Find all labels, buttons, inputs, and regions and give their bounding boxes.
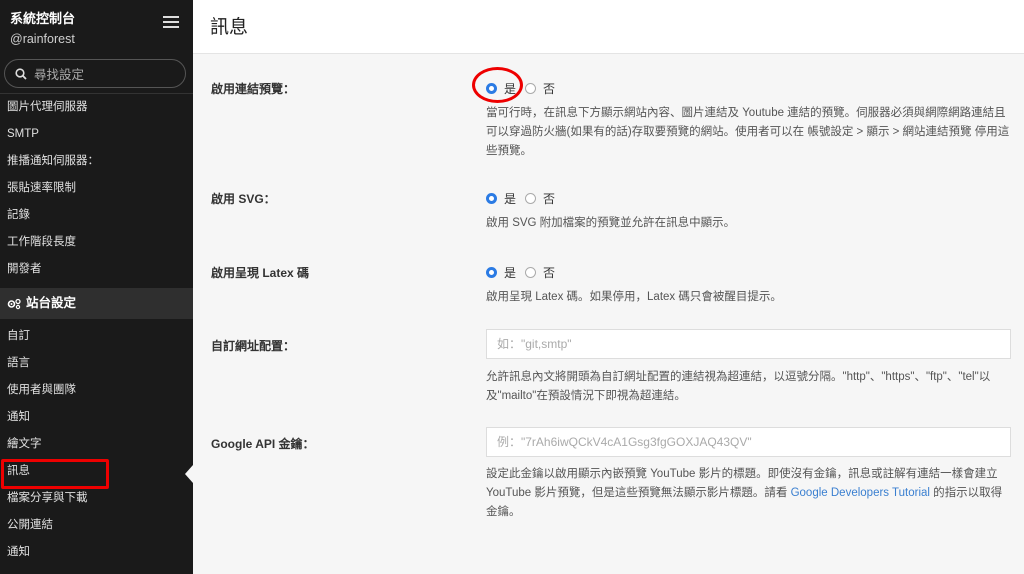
custom-url-description: 允許訊息內文將開頭為自訂網址配置的連結視為超連結，以逗號分隔。"http"、"h… bbox=[486, 371, 991, 402]
gears-icon bbox=[7, 298, 21, 309]
sidebar-item-customization[interactable]: 自訂 bbox=[0, 323, 193, 350]
sidebar-item-notifications[interactable]: 通知 bbox=[0, 404, 193, 431]
sidebar-section-site-config: 站台設定 bbox=[0, 288, 193, 319]
active-item-caret bbox=[185, 465, 193, 483]
svg-label: 啟用 SVG： bbox=[211, 192, 276, 206]
link-preview-radio-group: 是 否 bbox=[486, 80, 564, 97]
svg-description: 啟用 SVG 附加檔案的預覽並允許在訊息中顯示。 bbox=[486, 217, 736, 229]
svg-yes-radio[interactable] bbox=[486, 193, 497, 204]
sidebar-item-file-sharing[interactable]: 檔案分享與下載 bbox=[0, 485, 193, 512]
sidebar-item-smtp[interactable]: SMTP bbox=[0, 121, 193, 148]
sidebar-item-users-and-teams[interactable]: 使用者與團隊 bbox=[0, 377, 193, 404]
page-header: 訊息 bbox=[193, 0, 1024, 54]
sidebar-item-public-links[interactable]: 公開連結 bbox=[0, 512, 193, 539]
google-developers-tutorial-link[interactable]: Google Developers Tutorial bbox=[791, 487, 930, 499]
svg-no-label[interactable]: 否 bbox=[543, 190, 555, 207]
google-api-key-input[interactable]: 例："7rAh6iwQCkV4cA1Gsg3fgGOXJAQ43QV" bbox=[486, 427, 1011, 457]
sidebar-item-rate-limit[interactable]: 張貼速率限制 bbox=[0, 175, 193, 202]
settings-search-input[interactable]: 尋找設定 bbox=[4, 59, 186, 88]
search-icon bbox=[15, 67, 27, 80]
sidebar-item-developer[interactable]: 開發者 bbox=[0, 256, 193, 283]
custom-url-input[interactable]: 如："git,smtp" bbox=[486, 329, 1011, 359]
link-preview-no-radio[interactable] bbox=[525, 83, 537, 94]
latex-label: 啟用呈現 Latex 碼 bbox=[211, 266, 310, 280]
latex-description: 啟用呈現 Latex 碼。如果停用，Latex 碼只會被醒目提示。 bbox=[486, 291, 782, 303]
svg-radio-group: 是 否 bbox=[486, 190, 564, 207]
main-content: 訊息 啟用連結預覽： 是 否 當可行時，在訊息下方顯示網站內容、圖片連結及 Yo… bbox=[193, 0, 1024, 574]
svg-no-radio[interactable] bbox=[525, 193, 537, 204]
latex-radio-group: 是 否 bbox=[486, 264, 564, 281]
link-preview-label: 啟用連結預覽： bbox=[211, 82, 296, 96]
sidebar-header: 系統控制台 @rainforest bbox=[0, 0, 193, 52]
link-preview-yes-label[interactable]: 是 bbox=[504, 80, 516, 97]
username: @rainforest bbox=[10, 32, 75, 46]
latex-yes-radio[interactable] bbox=[486, 267, 497, 278]
hamburger-menu-icon[interactable] bbox=[163, 16, 179, 28]
sidebar-item-localization[interactable]: 語言 bbox=[0, 350, 193, 377]
sidebar-item-image-proxy[interactable]: 圖片代理伺服器 bbox=[0, 94, 193, 121]
google-api-description: 設定此金鑰以啟用顯示內嵌預覽 YouTube 影片的標題。即使沒有金鑰，訊息或註… bbox=[486, 465, 1011, 522]
sidebar-section-label: 站台設定 bbox=[26, 296, 77, 310]
sidebar-item-logging[interactable]: 記錄 bbox=[0, 202, 193, 229]
sidebar-items-bottom: 自訂 語言 使用者與團隊 通知 繪文字 訊息 檔案分享與下載 公開連結 通知 bbox=[0, 323, 193, 566]
system-console-title: 系統控制台 bbox=[10, 11, 76, 26]
sidebar-item-emoji[interactable]: 繪文字 bbox=[0, 431, 193, 458]
sidebar-item-push-notification[interactable]: 推播通知伺服器： bbox=[0, 148, 193, 175]
search-placeholder: 尋找設定 bbox=[34, 68, 85, 82]
latex-no-label[interactable]: 否 bbox=[543, 264, 555, 281]
sidebar-item-session-length[interactable]: 工作階段長度 bbox=[0, 229, 193, 256]
link-preview-description: 當可行時，在訊息下方顯示網站內容、圖片連結及 Youtube 連結的預覽。伺服器… bbox=[486, 107, 1010, 157]
latex-yes-label[interactable]: 是 bbox=[504, 264, 516, 281]
link-preview-yes-radio[interactable] bbox=[486, 83, 497, 94]
custom-url-label: 自訂網址配置： bbox=[211, 339, 296, 353]
sidebar-item-notices[interactable]: 通知 bbox=[0, 539, 193, 566]
sidebar: 系統控制台 @rainforest 尋找設定 圖片代理伺服器 SMTP 推播通知… bbox=[0, 0, 193, 574]
svg-yes-label[interactable]: 是 bbox=[504, 190, 516, 207]
sidebar-items-top: 圖片代理伺服器 SMTP 推播通知伺服器： 張貼速率限制 記錄 工作階段長度 開… bbox=[0, 94, 193, 283]
link-preview-no-label[interactable]: 否 bbox=[543, 80, 555, 97]
page-title: 訊息 bbox=[210, 17, 249, 38]
latex-no-radio[interactable] bbox=[525, 267, 537, 278]
google-api-label: Google API 金鑰： bbox=[211, 437, 315, 451]
sidebar-item-posts[interactable]: 訊息 bbox=[0, 458, 193, 485]
